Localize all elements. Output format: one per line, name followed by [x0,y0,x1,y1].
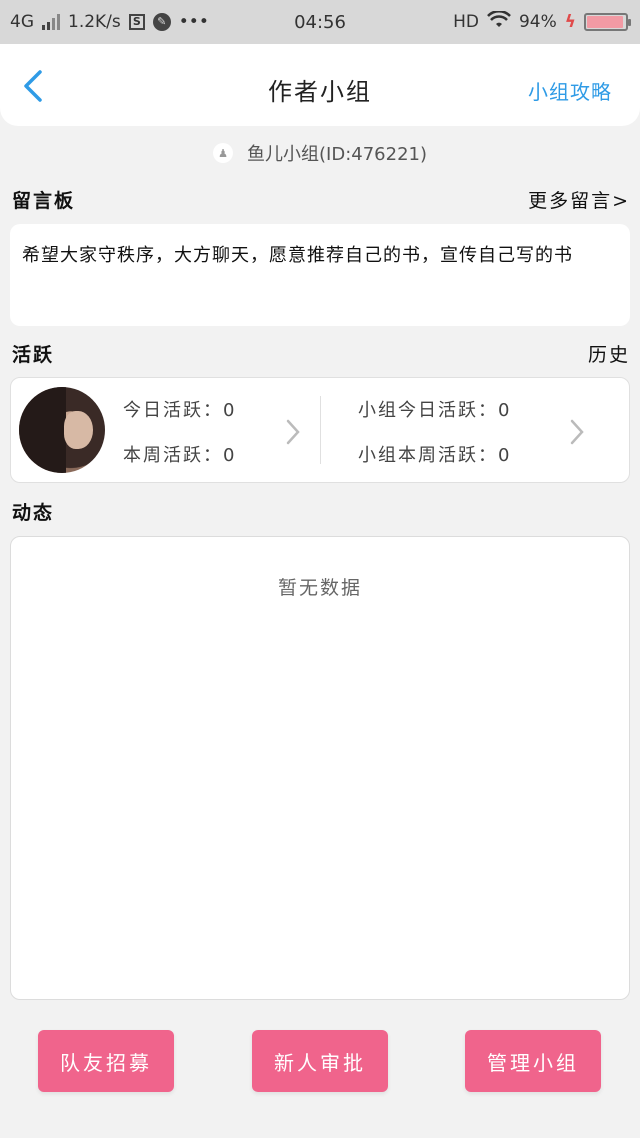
network-type: 4G [10,12,34,32]
approve-newcomers-button[interactable]: 新人审批 [252,1030,388,1092]
battery-percent: 94% [518,12,557,32]
manage-group-button[interactable]: 管理小组 [465,1030,601,1092]
group-week-activity: 小组本周活跃：0 [358,445,512,466]
week-activity: 本周活跃：0 [123,445,237,466]
signal-icon [42,14,60,30]
charging-icon: ϟ [564,12,576,32]
divider [320,396,321,464]
activity-label: 活跃 [12,344,55,366]
app-circle-icon: ✎ [152,13,171,31]
group-name-id: 鱼儿小组(ID:476221) [247,144,427,165]
group-icon: ♟ [213,143,233,163]
nav-bar: 作者小组 小组攻略 [0,44,640,126]
app-s-icon: S [128,14,145,30]
battery-fill [587,16,623,28]
feed-card: 暂无数据 [10,536,630,1000]
message-board-card: 希望大家守秩序，大方聊天，愿意推荐自己的书，宣传自己写的书 [10,224,630,326]
activity-card: 今日活跃：0 本周活跃：0 小组今日活跃：0 小组本周活跃：0 [10,377,630,483]
status-bar-right: HD 94% ϟ [453,9,631,34]
status-bar-left: 4G 1.2K/s S ✎ ••• [10,12,209,32]
more-messages-link[interactable]: 更多留言> [528,186,630,213]
chevron-right-icon[interactable] [285,418,301,446]
message-board-label: 留言板 [12,190,76,212]
recruit-teammates-button[interactable]: 队友招募 [38,1030,174,1092]
message-board-content: 希望大家守秩序，大方聊天，愿意推荐自己的书，宣传自己写的书 [22,245,573,266]
more-notifications-icon: ••• [178,12,209,32]
network-speed: 1.2K/s [68,12,121,32]
history-link[interactable]: 历史 [588,340,630,367]
status-bar: 4G 1.2K/s S ✎ ••• 04:56 HD 94% ϟ [0,0,640,44]
battery-icon [584,13,631,31]
group-guide-link[interactable]: 小组攻略 [528,76,612,105]
hd-indicator: HD [453,12,479,32]
avatar[interactable] [19,387,105,473]
chevron-right-icon[interactable] [569,418,585,446]
empty-state-text: 暂无数据 [277,577,362,599]
today-activity: 今日活跃：0 [123,400,237,421]
wifi-icon [487,9,511,34]
group-today-activity: 小组今日活跃：0 [358,400,512,421]
group-info: ♟ 鱼儿小组(ID:476221) [0,140,640,166]
feed-label: 动态 [12,502,55,524]
